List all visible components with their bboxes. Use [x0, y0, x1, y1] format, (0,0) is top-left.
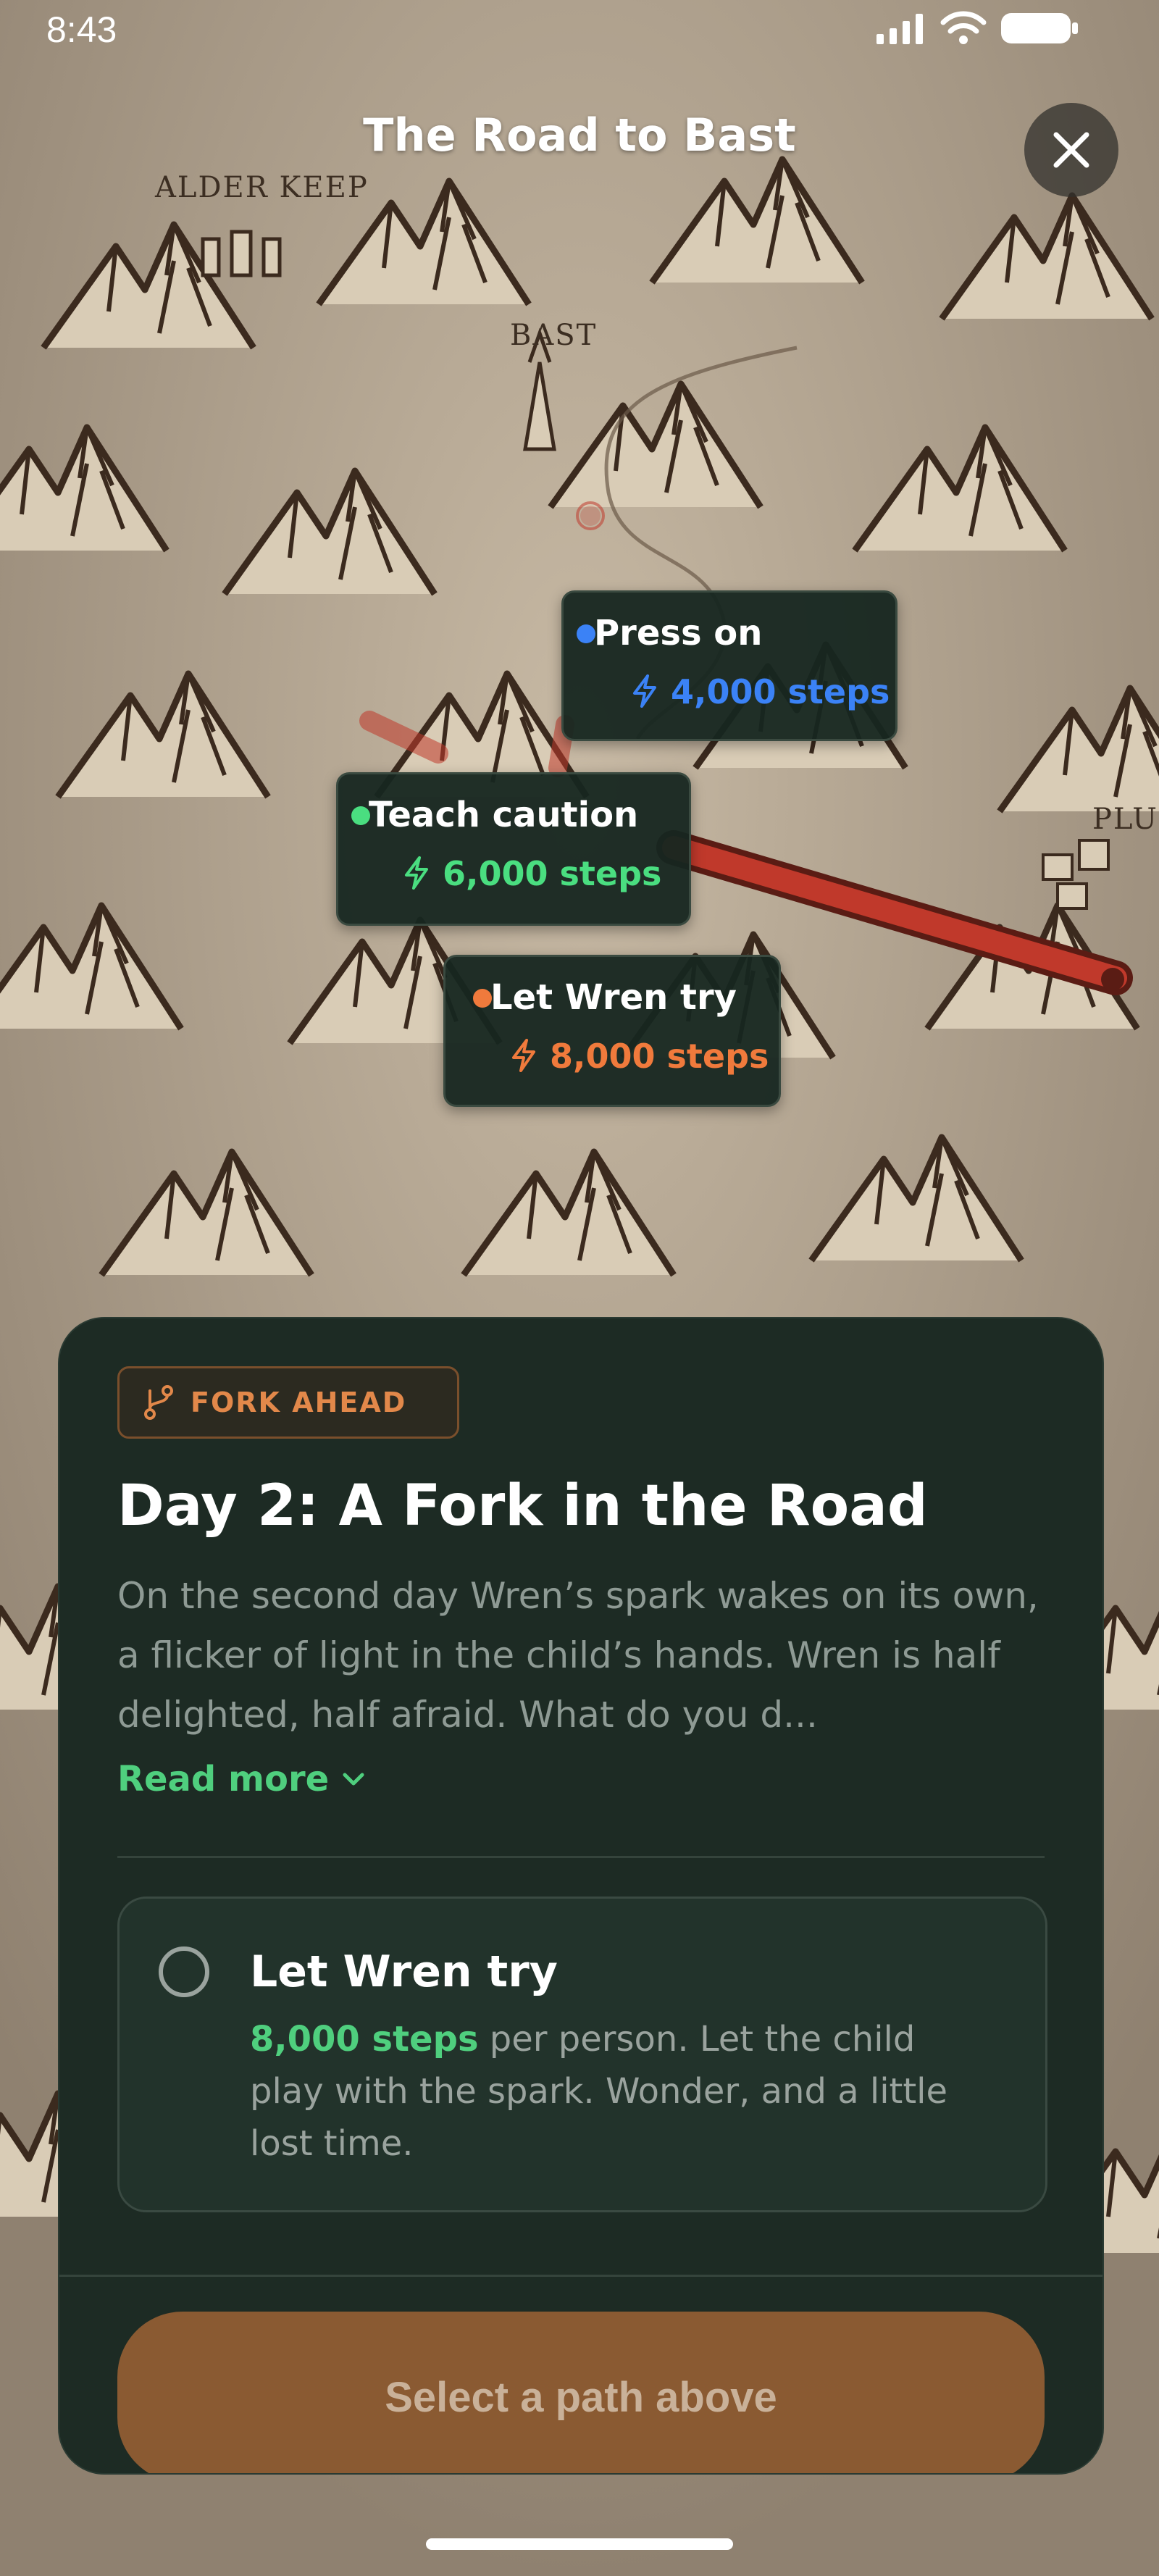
divider: [117, 1856, 1045, 1858]
signal-icon: [876, 14, 923, 44]
select-path-label: Select a path above: [385, 2373, 777, 2421]
map-choice-let-wren-try[interactable]: Let Wren try 8,000 steps: [443, 955, 781, 1107]
choice-steps: 6,000 steps: [443, 854, 662, 893]
home-indicator[interactable]: [426, 2538, 733, 2550]
choice-name: Let Wren try: [490, 977, 737, 1018]
close-button[interactable]: [1024, 103, 1118, 197]
map-choice-press-on[interactable]: Press on 4,000 steps: [561, 590, 898, 741]
choice-dot: [473, 989, 492, 1008]
chevron-down-icon: [343, 1773, 364, 1786]
choice-name: Teach caution: [369, 795, 639, 835]
read-more-link[interactable]: Read more: [117, 1759, 367, 1799]
castle-icon: [201, 230, 282, 277]
page-title: The Road to Bast: [363, 109, 796, 162]
bolt-icon: [405, 856, 428, 890]
option-name: Let Wren try: [250, 1946, 558, 1997]
choice-steps: 4,000 steps: [671, 672, 890, 711]
choice-dot: [351, 806, 370, 825]
fork-ahead-badge: FORK AHEAD: [117, 1366, 459, 1439]
battery-icon: [1001, 13, 1078, 43]
wifi-icon: [940, 11, 987, 44]
map-choice-teach-caution[interactable]: Teach caution 6,000 steps: [336, 772, 691, 926]
choice-dot: [577, 624, 595, 643]
status-icons: [876, 10, 1079, 46]
git-fork-icon: [144, 1385, 173, 1420]
close-icon: [1053, 132, 1089, 168]
option-steps: 8,000 steps: [250, 2019, 479, 2059]
radio-button[interactable]: [159, 1946, 209, 1997]
event-description: On the second day Wren’s spark wakes on …: [117, 1575, 1039, 1736]
bolt-icon: [633, 674, 656, 708]
option-card-let-wren-try[interactable]: Let Wren try 8,000 steps per person. Let…: [117, 1897, 1047, 2212]
badge-label: FORK AHEAD: [191, 1387, 407, 1418]
option-description: 8,000 steps per person. Let the child pl…: [250, 2013, 982, 2170]
status-bar: 8:43: [0, 0, 1159, 72]
read-more-label: Read more: [117, 1759, 330, 1799]
day-title: Day 2: A Fork in the Road: [117, 1473, 928, 1539]
cta-footer: Select a path above: [59, 2275, 1102, 2473]
choice-name: Press on: [594, 613, 763, 653]
choice-steps: 8,000 steps: [550, 1037, 769, 1076]
status-time: 8:43: [46, 9, 117, 50]
map-label-alder-keep: ALDER KEEP: [155, 171, 369, 204]
map-label-bast: BAST: [510, 319, 598, 352]
select-path-button[interactable]: Select a path above: [117, 2312, 1045, 2473]
event-panel: FORK AHEAD Day 2: A Fork in the Road On …: [58, 1317, 1104, 2475]
bolt-icon: [512, 1039, 535, 1072]
map-label-plum: PLUM: [1092, 803, 1159, 836]
